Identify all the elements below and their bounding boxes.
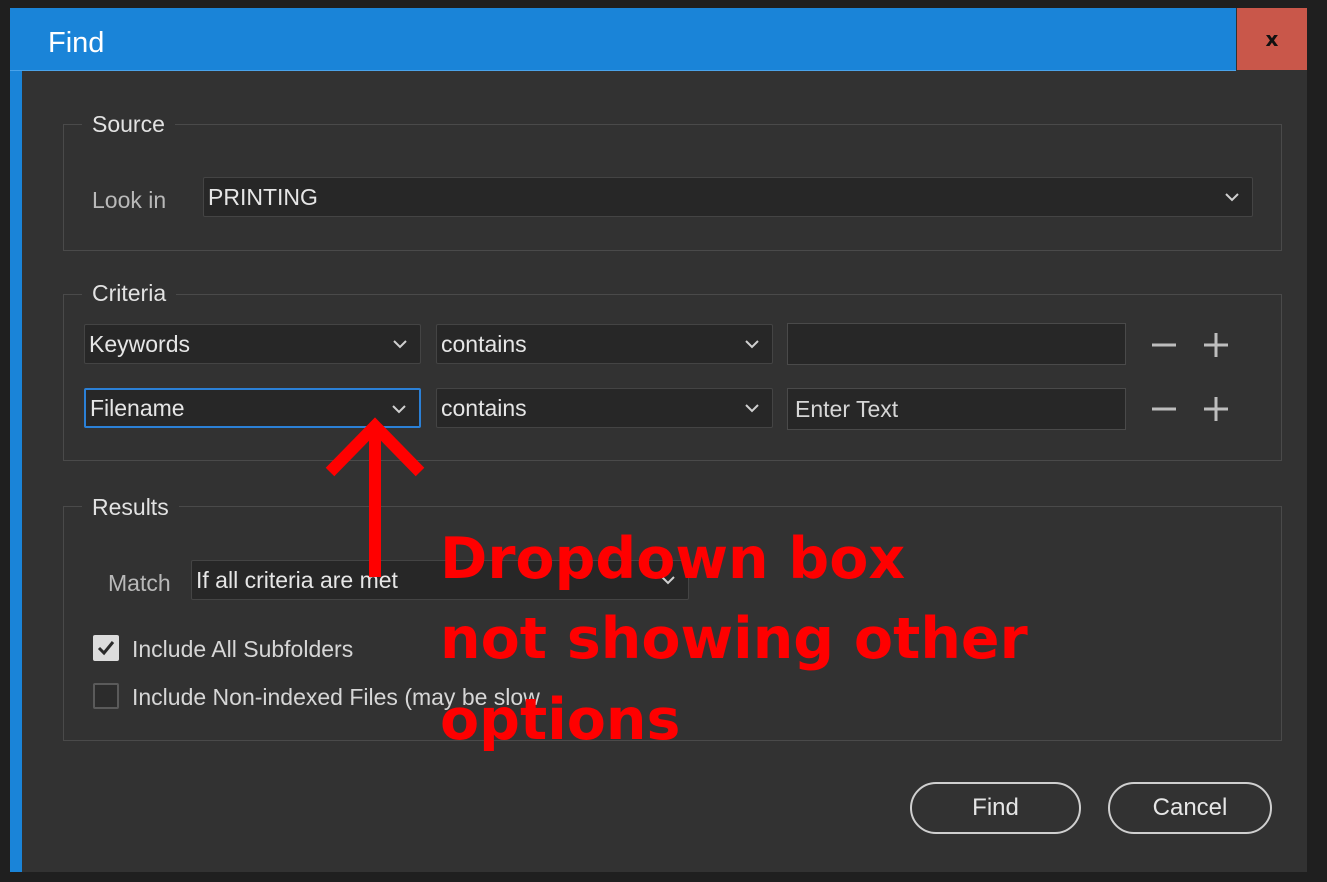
annotation-line-2: not showing other [440, 606, 1028, 672]
cancel-button[interactable]: Cancel [1108, 782, 1272, 834]
plus-icon[interactable] [1202, 331, 1230, 359]
checkmark-icon [97, 641, 115, 656]
criteria-field-value: Keywords [89, 331, 190, 357]
criteria-field-dropdown[interactable]: Keywords [84, 324, 421, 364]
chevron-down-icon [745, 404, 759, 413]
window-title: Find [48, 27, 105, 59]
title-bar[interactable]: Find [10, 8, 1236, 71]
chevron-down-icon [745, 340, 759, 349]
criteria-operator-dropdown[interactable]: contains [436, 388, 773, 428]
annotation-line-1: Dropdown box [440, 526, 906, 592]
arrow-up-icon [325, 417, 425, 577]
find-button[interactable]: Find [910, 782, 1081, 834]
criteria-operator-dropdown[interactable]: contains [436, 324, 773, 364]
include-subfolders-label[interactable]: Include All Subfolders [132, 636, 353, 663]
window-accent-border [10, 8, 22, 872]
source-group-label: Source [82, 111, 175, 138]
close-button[interactable]: x [1237, 8, 1307, 70]
look-in-dropdown[interactable]: PRINTING [203, 177, 1253, 217]
include-nonindexed-checkbox[interactable] [93, 683, 119, 709]
chevron-down-icon [1225, 193, 1239, 202]
criteria-group-label: Criteria [82, 280, 177, 307]
criteria-value-input[interactable]: Enter Text [787, 388, 1126, 430]
criteria-group [63, 294, 1282, 461]
annotation-line-3: options [440, 687, 681, 753]
look-in-label: Look in [92, 187, 167, 213]
criteria-value-placeholder: Enter Text [795, 396, 899, 422]
criteria-operator-value: contains [441, 331, 527, 357]
criteria-operator-value: contains [441, 395, 527, 421]
criteria-field-value: Filename [90, 395, 185, 421]
chevron-down-icon [393, 340, 407, 349]
minus-icon[interactable] [1150, 395, 1178, 423]
plus-icon[interactable] [1202, 395, 1230, 423]
minus-icon[interactable] [1150, 331, 1178, 359]
match-label: Match [108, 570, 171, 596]
include-subfolders-checkbox[interactable] [93, 635, 119, 661]
look-in-value: PRINTING [208, 184, 318, 210]
criteria-value-input[interactable] [787, 323, 1126, 365]
results-group-label: Results [82, 494, 179, 521]
close-icon: x [1265, 27, 1279, 51]
